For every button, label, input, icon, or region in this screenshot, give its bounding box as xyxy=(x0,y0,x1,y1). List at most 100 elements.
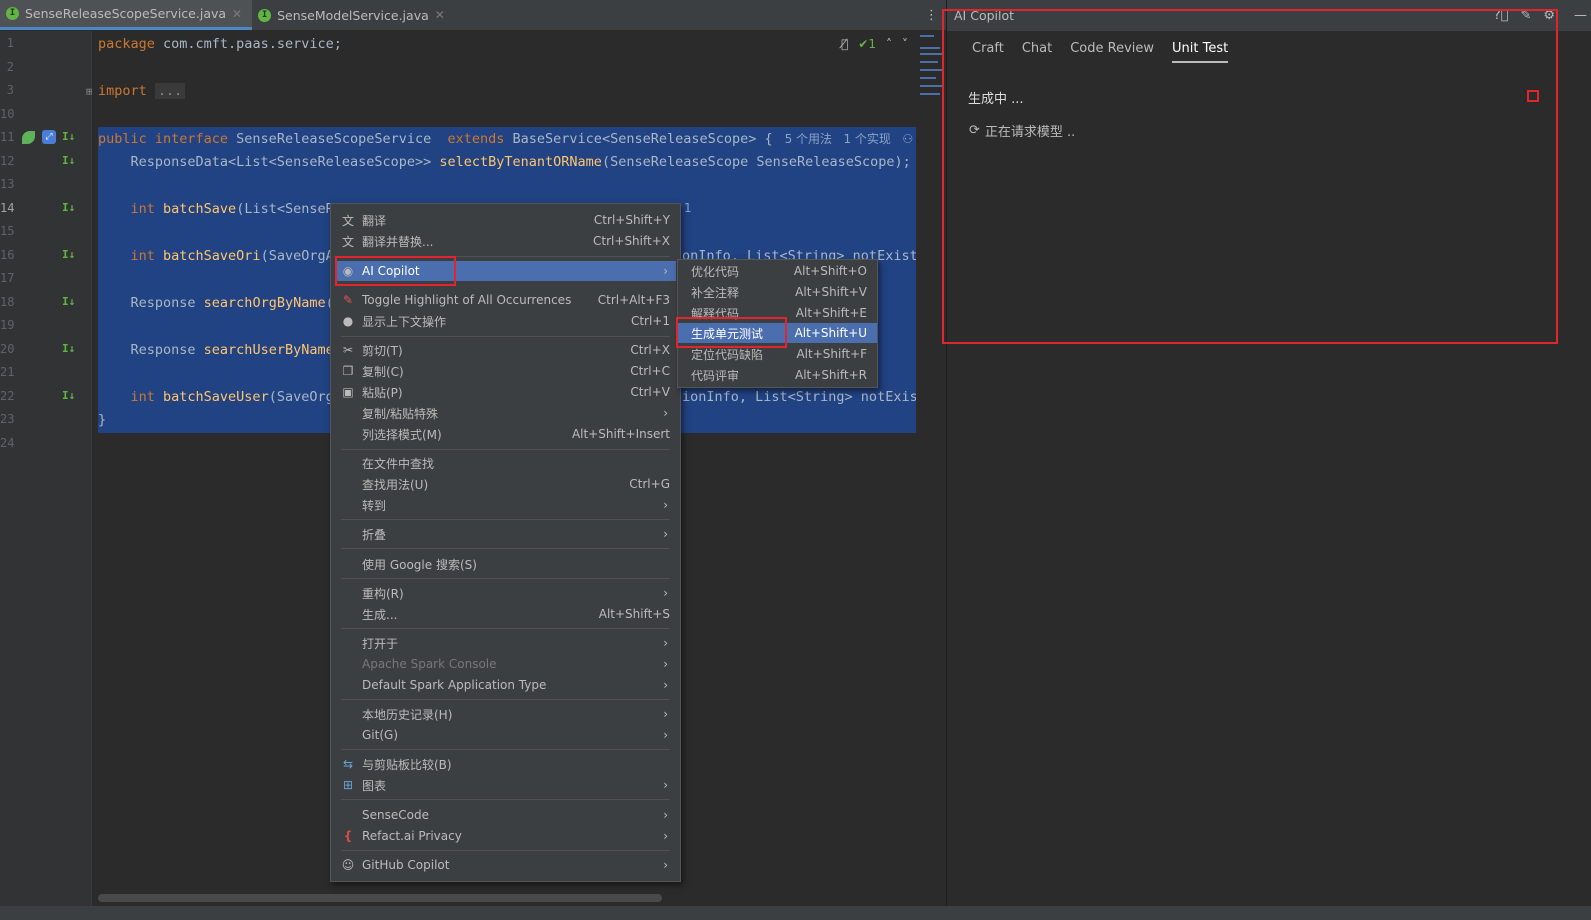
menu-item-translate[interactable]: 文翻译 Ctrl+Shift+Y xyxy=(335,210,676,230)
code-text: ionInfo, List<String> notExist xyxy=(682,389,916,405)
menu-shortcut: Alt+Shift+Insert xyxy=(571,427,670,441)
menu-shortcut: Ctrl+Shift+X xyxy=(593,234,670,248)
menu-label: Default Spark Application Type xyxy=(362,678,547,692)
copy-icon: ❐ xyxy=(342,364,354,378)
menu-item-spark-console: Apache Spark Console › xyxy=(335,654,676,674)
inspection-count: 1 xyxy=(868,37,876,51)
editor-tab-bar: I SenseReleaseScopeService.java ✕ I Sens… xyxy=(0,0,946,31)
menu-item-compare-clipboard[interactable]: ⇆ 与剪贴板比较(B) xyxy=(335,754,676,774)
menu-label: 显示上下文操作 xyxy=(362,314,447,329)
minimap-line xyxy=(920,47,940,49)
inspection-ok-icon[interactable]: ✔1 xyxy=(858,37,876,51)
reader-mode-icon[interactable]: 👁̸ xyxy=(841,37,848,51)
menu-label: 优化代码 xyxy=(691,264,740,279)
implemented-icon[interactable]: I↓ xyxy=(62,295,75,308)
spring-bean-icon[interactable] xyxy=(22,131,35,144)
menu-separator xyxy=(341,519,670,520)
implemented-icon[interactable]: I↓ xyxy=(62,154,75,167)
submenu-item-code-review[interactable]: 代码评审 Alt+Shift+R xyxy=(678,365,877,385)
github-copilot-icon: ☺ xyxy=(341,858,355,872)
menu-item-show-context-actions[interactable]: ● 显示上下文操作 Ctrl+1 xyxy=(335,311,676,331)
menu-label: SenseCode xyxy=(362,808,429,822)
menu-item-toggle-highlight[interactable]: ✎ Toggle Highlight of All Occurrences Ctrl… xyxy=(335,290,676,310)
compare-icon: ⇆ xyxy=(342,757,354,771)
menu-item-find-usages[interactable]: 查找用法(U) Ctrl+G xyxy=(335,474,676,494)
implemented-icon[interactable]: I↓ xyxy=(62,130,75,143)
line-number: 21 xyxy=(0,365,15,379)
code-text: (SaveOrgA xyxy=(260,248,334,264)
implemented-icon[interactable]: I↓ xyxy=(62,201,75,214)
usages-hint[interactable]: 5 个用法 1 个实现 ⚇ li xyxy=(781,132,916,146)
submenu-item-add-comments[interactable]: 补全注释 Alt+Shift+V xyxy=(678,282,877,302)
menu-shortcut: Alt+Shift+U xyxy=(794,326,867,340)
keyword: package xyxy=(98,36,155,52)
implemented-icon[interactable]: I↓ xyxy=(62,342,75,355)
line-number: 12 xyxy=(0,154,15,168)
menu-item-git[interactable]: Git(G) › xyxy=(335,725,676,745)
menu-item-sensecode[interactable]: SenseCode › xyxy=(335,805,676,825)
chevron-down-icon[interactable]: ˅ xyxy=(902,37,908,51)
method-name: searchUserByName xyxy=(203,342,334,358)
menu-item-paste-special[interactable]: 复制/粘贴特殊 › xyxy=(335,403,676,423)
chevron-right-icon: › xyxy=(663,707,668,721)
folded-imports[interactable]: ... xyxy=(154,83,186,99)
menu-item-column-selection[interactable]: 列选择模式(M) Alt+Shift+Insert xyxy=(335,424,676,444)
line-number: 11 xyxy=(0,130,15,144)
menu-item-local-history[interactable]: 本地历史记录(H) › xyxy=(335,704,676,724)
annotation-box-ai-copilot xyxy=(335,256,456,286)
chevron-right-icon: › xyxy=(663,858,668,872)
line-number: 17 xyxy=(0,271,15,285)
menu-item-spark-app-type[interactable]: Default Spark Application Type › xyxy=(335,675,676,695)
menu-item-refactor[interactable]: 重构(R) › xyxy=(335,583,676,603)
line-number: 18 xyxy=(0,295,15,309)
line-number: 19 xyxy=(0,318,15,332)
code-text: Response xyxy=(98,295,204,311)
menu-item-generate[interactable]: 生成... Alt+Shift+S xyxy=(335,604,676,624)
menu-label: 列选择模式(M) xyxy=(362,427,442,442)
diagram-icon: ⊞ xyxy=(342,778,354,792)
code-text: (SenseReleaseScope SenseReleaseScope); xyxy=(601,154,911,170)
implemented-icon[interactable]: I↓ xyxy=(62,389,75,402)
implemented-icon[interactable]: I↓ xyxy=(62,248,75,261)
menu-shortcut: Ctrl+1 xyxy=(630,314,670,328)
chevron-right-icon: › xyxy=(663,678,668,692)
line-number: 1 xyxy=(6,36,14,50)
chevron-right-icon: › xyxy=(663,808,668,822)
menu-item-google-search[interactable]: 使用 Google 搜索(S) xyxy=(335,554,676,574)
menu-shortcut: Ctrl+V xyxy=(630,385,670,399)
menu-item-goto[interactable]: 转到 › xyxy=(335,495,676,515)
lightbulb-icon: ● xyxy=(342,314,354,328)
close-icon[interactable]: ✕ xyxy=(435,8,445,22)
menu-label: Git(G) xyxy=(362,728,398,742)
ai-copilot-gutter-icon[interactable]: ⤢ xyxy=(42,130,56,144)
keyword: int xyxy=(98,201,164,217)
menu-item-copy[interactable]: ❐ 复制(C) Ctrl+C xyxy=(335,361,676,381)
chevron-up-icon[interactable]: ˄ xyxy=(886,37,892,51)
menu-item-github-copilot[interactable]: ☺ GitHub Copilot › xyxy=(335,855,676,875)
menu-item-refact-privacy[interactable]: {Refact.ai Privacy › xyxy=(335,826,676,846)
menu-item-translate-replace[interactable]: 文翻译并替换... Ctrl+Shift+X xyxy=(335,231,676,251)
code-line-22: int batchSaveUser(SaveOrgA xyxy=(98,389,342,405)
menu-item-paste[interactable]: ▣ 粘贴(P) Ctrl+V xyxy=(335,382,676,402)
more-tabs-icon[interactable]: ⋮ xyxy=(925,8,938,23)
submenu-item-optimize-code[interactable]: 优化代码 Alt+Shift+O xyxy=(678,261,877,281)
menu-shortcut: Ctrl+C xyxy=(630,364,670,378)
menu-label: 本地历史记录(H) xyxy=(362,707,453,722)
inspection-widget[interactable]: 👁̸ ✔1 ˄ ˅ xyxy=(841,37,908,51)
menu-item-open-in[interactable]: 打开于 › xyxy=(335,633,676,653)
menu-item-fold[interactable]: 折叠 › xyxy=(335,524,676,544)
code-line-16: int batchSaveOri(SaveOrgA xyxy=(98,248,334,264)
method-name: batchSaveOri xyxy=(163,248,261,264)
method-name: batchSave xyxy=(163,201,237,217)
minimize-icon[interactable]: — xyxy=(1574,8,1587,23)
close-icon[interactable]: ✕ xyxy=(232,7,242,21)
usages-hint[interactable]: 1 xyxy=(684,201,692,215)
menu-shortcut: Alt+Shift+F xyxy=(796,347,867,361)
menu-item-cut[interactable]: ✂ 剪切(T) Ctrl+X xyxy=(335,340,676,360)
menu-item-diagrams[interactable]: ⊞ 图表 › xyxy=(335,775,676,795)
horizontal-scrollbar[interactable] xyxy=(98,894,662,902)
menu-label: 生成... xyxy=(362,607,398,622)
menu-item-find-in-file[interactable]: 在文件中查找 xyxy=(335,453,676,473)
tab-sense-release-scope-service[interactable]: I SenseReleaseScopeService.java ✕ xyxy=(0,0,253,30)
tab-sense-model-service[interactable]: I SenseModelService.java ✕ xyxy=(252,0,455,30)
